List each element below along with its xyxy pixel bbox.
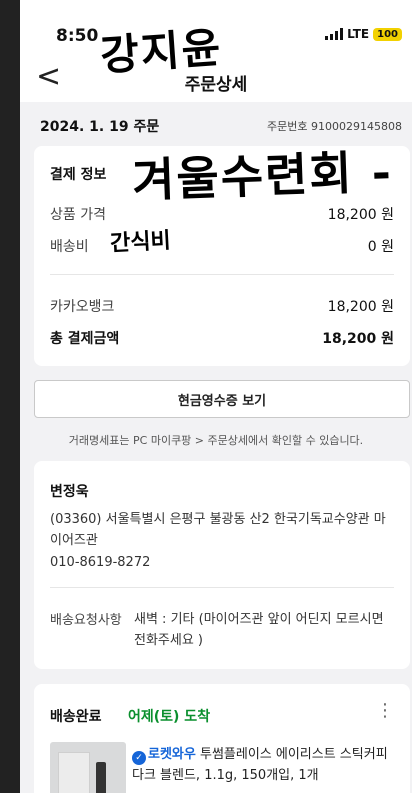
delivery-request-label: 배송요청사항	[50, 613, 122, 628]
handwritten-name: 강지윤	[98, 22, 224, 81]
network-label: LTE	[347, 27, 370, 41]
product-price-value: 18,200 원	[327, 207, 394, 223]
battery-icon: 100	[373, 27, 402, 41]
recipient-address: (03360) 서울특별시 은평구 불광동 산2 한국기독교수양관 마이어즈관	[50, 512, 386, 548]
delivery-request-text: 새벽 : 기타 (마이어즈관 앞이 어딘지 모르시면 전화주세요 )	[134, 612, 384, 648]
screen: 8:50 LTE 100 < 주문상세 2024. 1. 19 주문 주문번호 …	[20, 0, 412, 793]
order-summary: 2024. 1. 19 주문 주문번호 9100029145808	[40, 116, 402, 136]
more-options-icon[interactable]: ⋮	[376, 702, 394, 720]
address-card: 변정욱 (03360) 서울특별시 은평구 불광동 산2 한국기독교수양관 마이…	[34, 461, 410, 669]
arrival-date: 어제(토) 도착	[128, 709, 211, 725]
address-divider	[50, 587, 394, 588]
status-time: 8:50	[56, 26, 99, 46]
product-thumbnail[interactable]	[50, 742, 126, 793]
product-price-label: 상품 가격	[50, 207, 106, 223]
status-indicators: LTE 100	[325, 27, 402, 41]
total-row: 총 결제금액 18,200 원	[50, 328, 394, 348]
shipping-fee-row: 배송비 0 원	[50, 236, 394, 256]
recipient-name: 변정욱	[50, 484, 89, 500]
device-edge	[0, 0, 20, 793]
rocket-badge: 로켓와우	[148, 747, 196, 762]
handwritten-event: 겨울수련회 -	[131, 144, 394, 208]
product-info[interactable]: ✓ 로켓와우 투썸플레이스 에이리스트 스틱커피 다크 블렌드, 1.1g, 15…	[132, 744, 402, 786]
cash-receipt-button[interactable]: 현금영수증 보기	[34, 380, 410, 418]
shipment-card: 배송완료 어제(토) 도착 ⋮ ✓ 로켓와우 투썸플레이스 에이리스트 스틱커피 …	[34, 684, 410, 793]
total-value: 18,200 원	[322, 331, 394, 347]
rocket-icon: ✓	[132, 751, 146, 765]
receipt-note: 거래명세표는 PC 마이쿠팡 > 주문상세에서 확인할 수 있습니다.	[68, 434, 364, 447]
payment-method-value: 18,200 원	[327, 299, 394, 315]
recipient-phone: 010-8619-8272	[50, 555, 151, 570]
order-date: 2024. 1. 19 주문	[40, 119, 160, 135]
order-number: 주문번호 9100029145808	[267, 120, 402, 133]
handwritten-category: 간식비	[109, 227, 172, 257]
payment-method-label: 카카오뱅크	[50, 299, 115, 315]
shipping-fee-value: 0 원	[367, 239, 394, 255]
total-label: 총 결제금액	[50, 331, 120, 347]
app-frame: 8:50 LTE 100 < 주문상세 2024. 1. 19 주문 주문번호 …	[0, 0, 412, 793]
shipment-status: 배송완료	[50, 709, 102, 725]
signal-icon	[325, 28, 344, 40]
payment-title: 결제 정보	[50, 167, 107, 183]
payment-divider	[50, 274, 394, 275]
payment-method-row: 카카오뱅크 18,200 원	[50, 296, 394, 316]
shipping-fee-label: 배송비	[50, 239, 89, 255]
